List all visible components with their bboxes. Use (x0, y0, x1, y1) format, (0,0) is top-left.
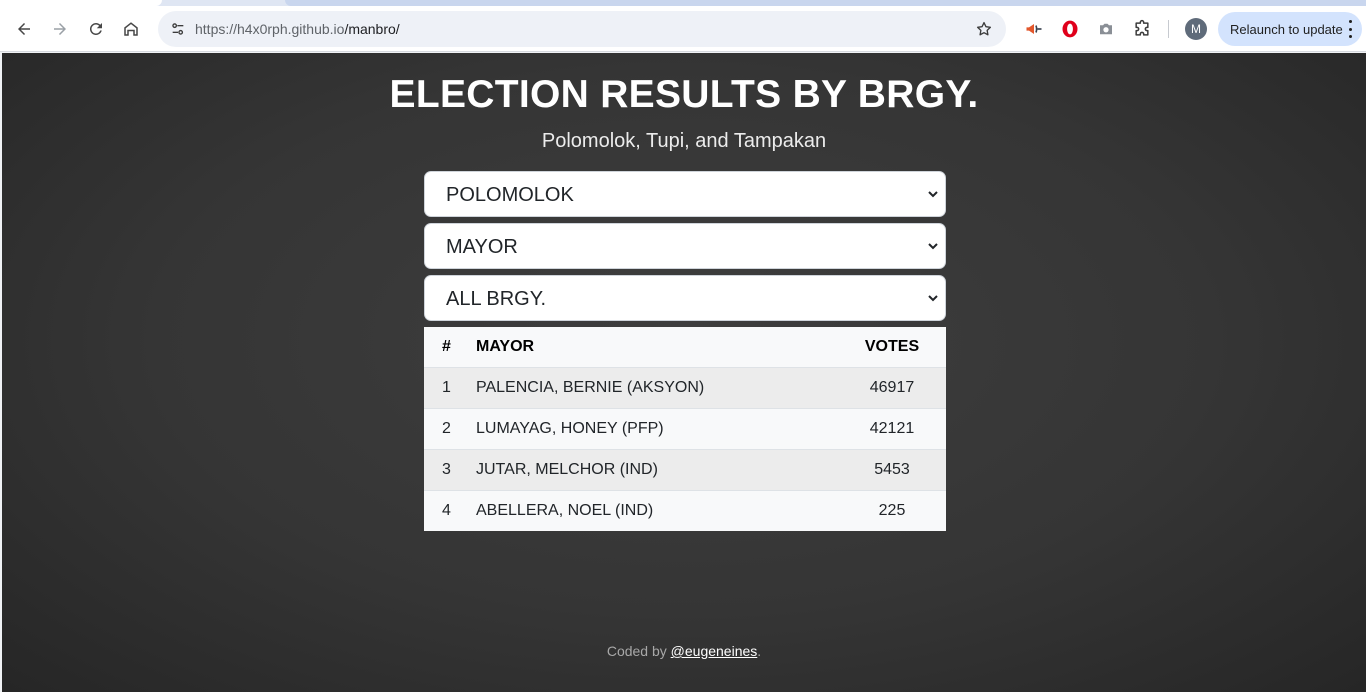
table-row: 3 JUTAR, MELCHOR (IND) 5453 (424, 449, 946, 490)
browser-toolbar: https://h4x0rph.github.io/manbro/ M Rela… (0, 6, 1366, 52)
arrow-right-icon (54, 23, 66, 35)
url-path: /manbro/ (344, 21, 400, 37)
chevron-down-icon (928, 295, 938, 302)
barangay-select[interactable]: ALL BRGY. (424, 275, 946, 321)
row-votes: 42121 (869, 420, 915, 437)
arrow-left-icon (18, 23, 30, 35)
relaunch-label: Relaunch to update (1230, 21, 1343, 37)
puzzle-icon[interactable] (1130, 17, 1154, 41)
chevron-down-icon (928, 191, 938, 198)
author-link[interactable]: @eugeneines (671, 643, 758, 659)
home-icon (124, 22, 138, 36)
url-host: https://h4x0rph.github.io (195, 21, 345, 37)
row-votes: 5453 (874, 461, 910, 478)
megaphone-icon[interactable] (1022, 17, 1046, 41)
home-button[interactable] (116, 14, 146, 44)
barangay-value: ALL BRGY. (446, 288, 547, 310)
address-bar[interactable]: https://h4x0rph.github.io/manbro/ (158, 11, 1006, 47)
results-table: # MAYOR VOTES 1 PALENCIA, BERNIE (AKSYON… (424, 327, 946, 531)
page-subtitle: Polomolok, Tupi, and Tampakan (541, 130, 827, 152)
position-select[interactable]: MAYOR (424, 223, 946, 269)
row-num: 1 (442, 379, 451, 396)
table-row: 1 PALENCIA, BERNIE (AKSYON) 46917 (424, 367, 946, 408)
municipality-value: POLOMOLOK (446, 184, 574, 206)
table-row: 2 LUMAYAG, HONEY (PFP) 42121 (424, 408, 946, 449)
page-title: ELECTION RESULTS BY BRGY. (389, 73, 979, 116)
position-value: MAYOR (446, 236, 518, 258)
toolbar-divider (1168, 20, 1169, 38)
url-text[interactable]: https://h4x0rph.github.io/manbro/ (195, 21, 400, 37)
municipality-select[interactable]: POLOMOLOK (424, 171, 946, 217)
row-num: 4 (442, 502, 451, 519)
row-candidate: JUTAR, MELCHOR (IND) (476, 461, 658, 478)
chevron-down-icon (928, 243, 938, 250)
back-button[interactable] (9, 14, 39, 44)
header-votes: VOTES (864, 338, 920, 355)
profile-initial: M (1191, 22, 1201, 36)
page-content: ELECTION RESULTS BY BRGY. Polomolok, Tup… (2, 53, 1366, 692)
camera-icon[interactable] (1094, 17, 1118, 41)
row-votes: 225 (878, 502, 906, 519)
row-candidate: ABELLERA, NOEL (IND) (476, 502, 654, 519)
footer-prefix: Coded by (606, 643, 667, 659)
relaunch-button[interactable]: Relaunch to update (1218, 12, 1362, 46)
header-candidate: MAYOR (476, 338, 535, 355)
header-num: # (442, 338, 451, 355)
row-candidate: PALENCIA, BERNIE (AKSYON) (476, 379, 705, 396)
footer: Coded by @eugeneines. (2, 643, 1366, 659)
more-menu-icon[interactable] (1348, 20, 1352, 38)
row-votes: 46917 (869, 379, 915, 396)
opera-icon[interactable] (1058, 17, 1082, 41)
forward-button[interactable] (45, 14, 75, 44)
tune-icon[interactable] (164, 15, 192, 43)
profile-avatar[interactable]: M (1185, 18, 1207, 40)
reload-button[interactable] (81, 14, 111, 44)
row-num: 3 (442, 461, 451, 478)
row-num: 2 (442, 420, 451, 437)
bookmark-star-icon[interactable] (970, 15, 998, 43)
row-candidate: LUMAYAG, HONEY (PFP) (476, 420, 664, 437)
reload-icon (89, 22, 102, 35)
table-row: 4 ABELLERA, NOEL (IND) 225 (424, 490, 946, 531)
footer-suffix: . (757, 643, 762, 659)
table-header-row: # MAYOR VOTES (424, 327, 946, 367)
